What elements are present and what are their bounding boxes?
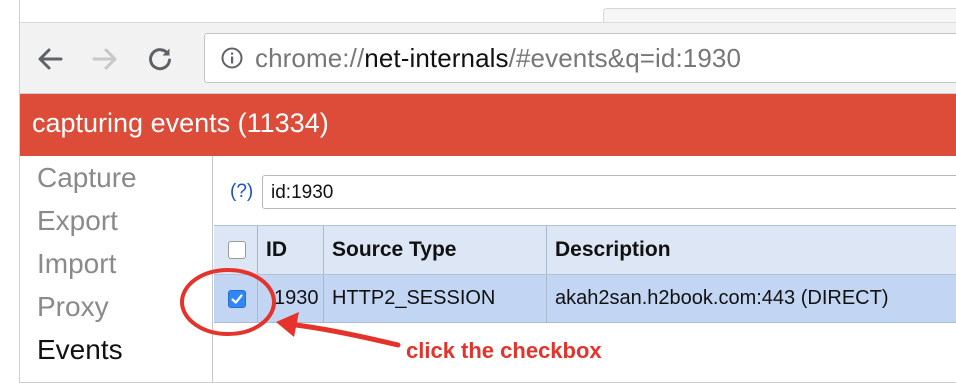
sidebar: Capture Export Import Proxy Events xyxy=(20,156,213,383)
reload-icon xyxy=(149,48,171,71)
header-source-type-label: Source Type xyxy=(332,238,457,261)
row-select-checkbox[interactable] xyxy=(228,289,246,308)
header-source-type[interactable]: Source Type xyxy=(324,226,547,274)
row-id: 1930 xyxy=(274,287,319,309)
header-id-label: ID xyxy=(266,238,287,261)
header-id[interactable]: ID xyxy=(258,226,324,274)
table-row[interactable]: 1930 HTTP2_SESSION akah2san.h2book.com:4… xyxy=(214,275,956,323)
filter-help-link[interactable]: (?) xyxy=(230,181,253,203)
row-id-cell: 1930 xyxy=(258,275,324,322)
sidebar-item-events[interactable]: Events xyxy=(37,334,123,366)
reload-button[interactable] xyxy=(144,43,176,75)
row-description-cell: akah2san.h2book.com:443 (DIRECT) xyxy=(547,275,956,322)
browser-toolbar: chrome://net-internals/#events&q=id:1930 xyxy=(20,22,956,94)
header-select-all-cell xyxy=(214,226,258,274)
status-banner: capturing events (11334) xyxy=(20,94,956,156)
url-scheme: chrome:// xyxy=(255,43,365,73)
forward-arrow-icon xyxy=(92,48,117,70)
annotation-label: click the checkbox xyxy=(406,338,602,363)
header-description[interactable]: Description xyxy=(547,226,956,274)
sidebar-item-proxy[interactable]: Proxy xyxy=(37,291,109,323)
info-icon[interactable] xyxy=(221,47,243,69)
table-header: ID Source Type Description xyxy=(214,225,956,275)
forward-button[interactable] xyxy=(89,43,121,75)
checkmark-icon xyxy=(231,293,243,304)
row-description: akah2san.h2book.com:443 (DIRECT) xyxy=(555,287,889,309)
address-bar[interactable]: chrome://net-internals/#events&q=id:1930 xyxy=(204,33,956,83)
select-all-checkbox[interactable] xyxy=(228,241,246,259)
row-select-cell xyxy=(214,275,258,322)
filter-query-text: id:1930 xyxy=(271,182,334,203)
back-button[interactable] xyxy=(34,43,66,75)
browser-window: chrome://net-internals/#events&q=id:1930… xyxy=(19,0,956,383)
sidebar-item-export[interactable]: Export xyxy=(37,205,118,237)
sidebar-item-capture[interactable]: Capture xyxy=(37,162,137,194)
header-description-label: Description xyxy=(555,238,671,261)
row-source-type: HTTP2_SESSION xyxy=(332,287,496,309)
url-text: chrome://net-internals/#events&q=id:1930 xyxy=(255,43,741,74)
url-path: /#events&q=id:1930 xyxy=(508,43,742,73)
capturing-status-text: capturing events (11334) xyxy=(32,108,329,138)
filter-input[interactable]: id:1930 xyxy=(262,175,956,209)
back-arrow-icon xyxy=(38,48,63,70)
filter-bar: (?) id:1930 xyxy=(214,169,956,217)
tab-strip xyxy=(20,0,956,23)
tab[interactable] xyxy=(603,8,956,23)
row-source-type-cell: HTTP2_SESSION xyxy=(324,275,547,322)
sidebar-item-import[interactable]: Import xyxy=(37,248,116,280)
url-host: net-internals xyxy=(364,43,509,73)
